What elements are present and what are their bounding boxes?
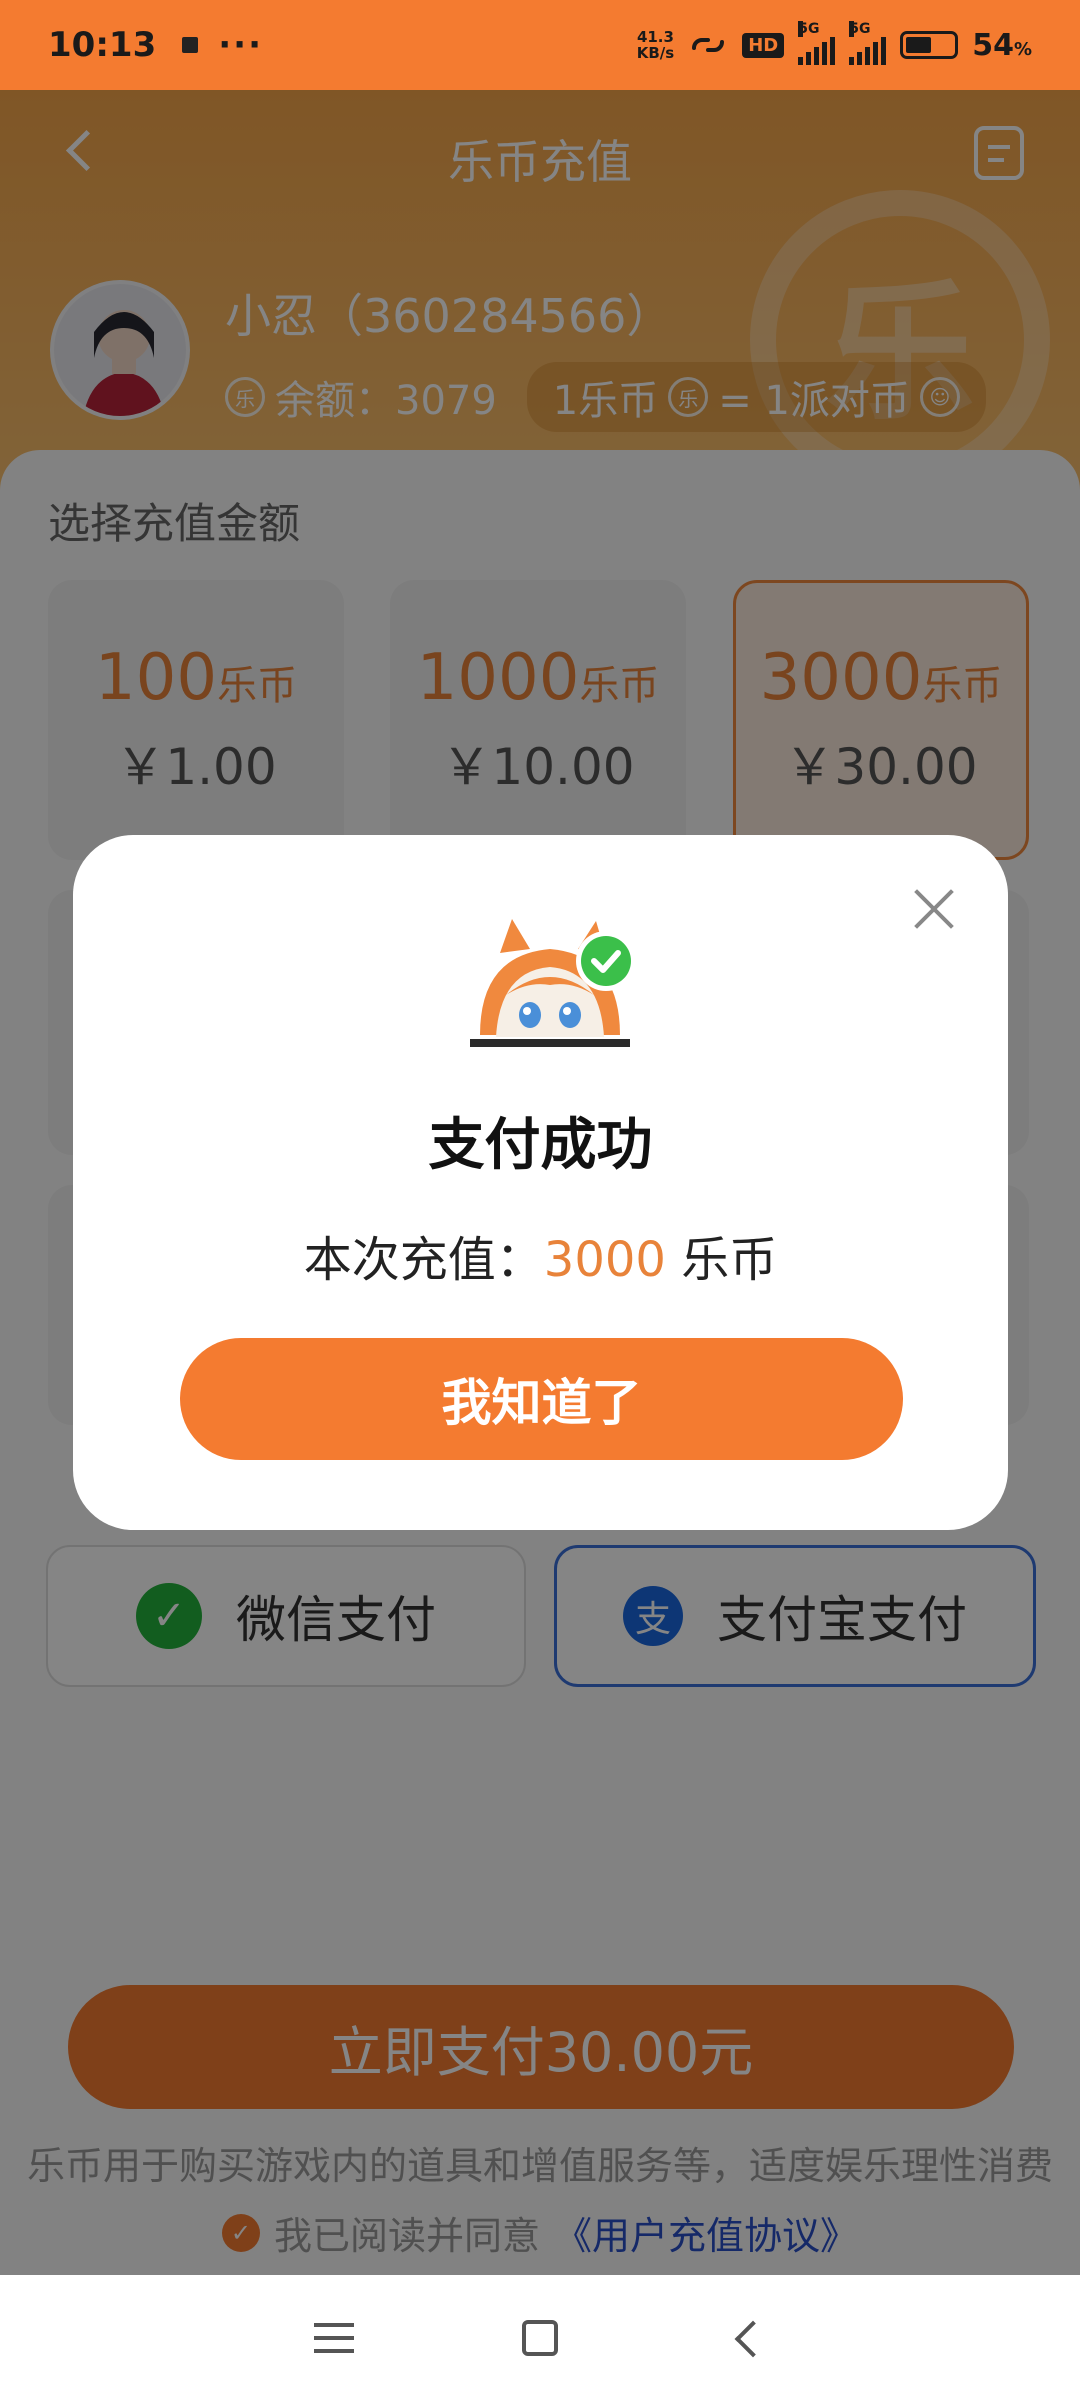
battery-percent: 54% xyxy=(972,27,1032,63)
dialog-title: 支付成功 xyxy=(428,1113,653,1178)
recharge-amount: 3000 xyxy=(543,1232,666,1288)
dialog-detail: 本次充值：3000 乐币 xyxy=(303,1232,778,1288)
menu-icon[interactable] xyxy=(314,2321,354,2355)
home-icon[interactable] xyxy=(522,2319,558,2356)
status-bar: 10:13 ··· 41.3 KB/s HD 5G 5G 54% xyxy=(0,0,1080,90)
network-speed: 41.3 KB/s xyxy=(636,28,675,62)
more-notifications-icon: ··· xyxy=(218,25,263,65)
system-nav-bar xyxy=(0,2275,1080,2400)
signal-icon-2: 5G xyxy=(849,21,887,65)
link-icon xyxy=(692,38,725,52)
hd-icon: HD xyxy=(742,32,785,58)
battery-icon xyxy=(900,31,959,59)
signal-icon-1: 5G xyxy=(798,21,836,65)
back-icon[interactable] xyxy=(726,2318,766,2358)
status-time: 10:13 xyxy=(48,25,157,65)
close-icon[interactable] xyxy=(912,887,956,931)
mascot-success-icon xyxy=(470,919,636,1047)
status-indicators: 41.3 KB/s HD 5G 5G 54% xyxy=(636,21,1032,65)
acknowledge-button[interactable]: 我知道了 xyxy=(180,1338,903,1460)
payment-success-dialog: 支付成功 本次充值：3000 乐币 我知道了 xyxy=(73,835,1008,1530)
notification-icon xyxy=(182,37,199,53)
